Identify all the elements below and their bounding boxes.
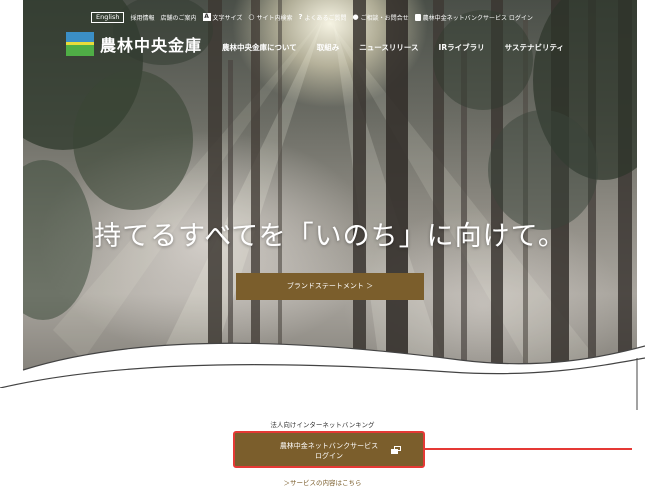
netbank-service-login-button[interactable]: 農林中金ネットバンクサービス ログイン xyxy=(233,431,425,468)
nav-item-ir[interactable]: IRライブラリ xyxy=(439,42,485,53)
netbank-login-label: 農林中金ネットバンクサービス ログイン xyxy=(422,14,533,22)
recruit-link[interactable]: 採用情報 xyxy=(130,13,154,22)
english-link[interactable]: English xyxy=(91,11,125,23)
site-search-link[interactable]: ○ サイト内検索 xyxy=(248,13,292,22)
netbank-login-link[interactable]: 農林中金ネットバンクサービス ログイン xyxy=(414,13,533,22)
faq-label: よくあるご質問 xyxy=(304,14,347,22)
nav-item-about[interactable]: 農林中央金庫について xyxy=(222,42,297,53)
site-search-label: サイト内検索 xyxy=(256,14,293,22)
text-size-control[interactable]: A 文字サイズ xyxy=(202,13,243,22)
contact-link[interactable]: ● ご相談・お問合せ xyxy=(353,13,409,22)
nav-item-initiatives[interactable]: 取組み xyxy=(317,42,340,53)
brand-statement-button[interactable]: ブランドステートメント ＞ xyxy=(236,273,424,300)
service-details-link[interactable]: ＞サービスの内容はこちら xyxy=(0,477,645,487)
text-size-icon: A xyxy=(202,13,211,21)
faq-link[interactable]: ? よくあるご質問 xyxy=(298,13,346,22)
branches-link[interactable]: 店舗のご案内 xyxy=(161,13,197,22)
recruit-label: 採用情報 xyxy=(130,14,155,22)
highlight-connector-line xyxy=(425,448,632,450)
nav-item-news[interactable]: ニュースリリース xyxy=(359,42,418,53)
hero-headline: 持てるすべてを「いのち」に向けて。 xyxy=(94,221,566,252)
corporate-banking-label: 法人向けインターネットバンキング xyxy=(270,421,375,429)
logo-mark-icon xyxy=(66,32,94,56)
main-nav: 農林中央金庫について 取組み ニュースリリース IRライブラリ サステナビリティ xyxy=(222,42,564,53)
nav-item-sustainability[interactable]: サステナビリティ xyxy=(505,42,564,53)
question-icon: ? xyxy=(298,13,303,21)
branches-label: 店舗のご案内 xyxy=(160,14,197,22)
wave-divider xyxy=(0,342,645,410)
logo-text: 農林中央金庫 xyxy=(100,36,203,55)
text-size-label: 文字サイズ xyxy=(212,14,243,22)
person-icon: ● xyxy=(352,13,359,21)
site-logo[interactable]: 農林中央金庫 xyxy=(66,32,202,56)
search-icon: ○ xyxy=(248,13,255,21)
utility-bar: English 採用情報 店舗のご案内 A 文字サイズ ○ サイト内検索 ? よ… xyxy=(91,10,617,24)
lock-icon xyxy=(414,13,421,21)
contact-label: ご相談・お問合せ xyxy=(360,14,409,22)
external-window-icon xyxy=(391,446,401,454)
